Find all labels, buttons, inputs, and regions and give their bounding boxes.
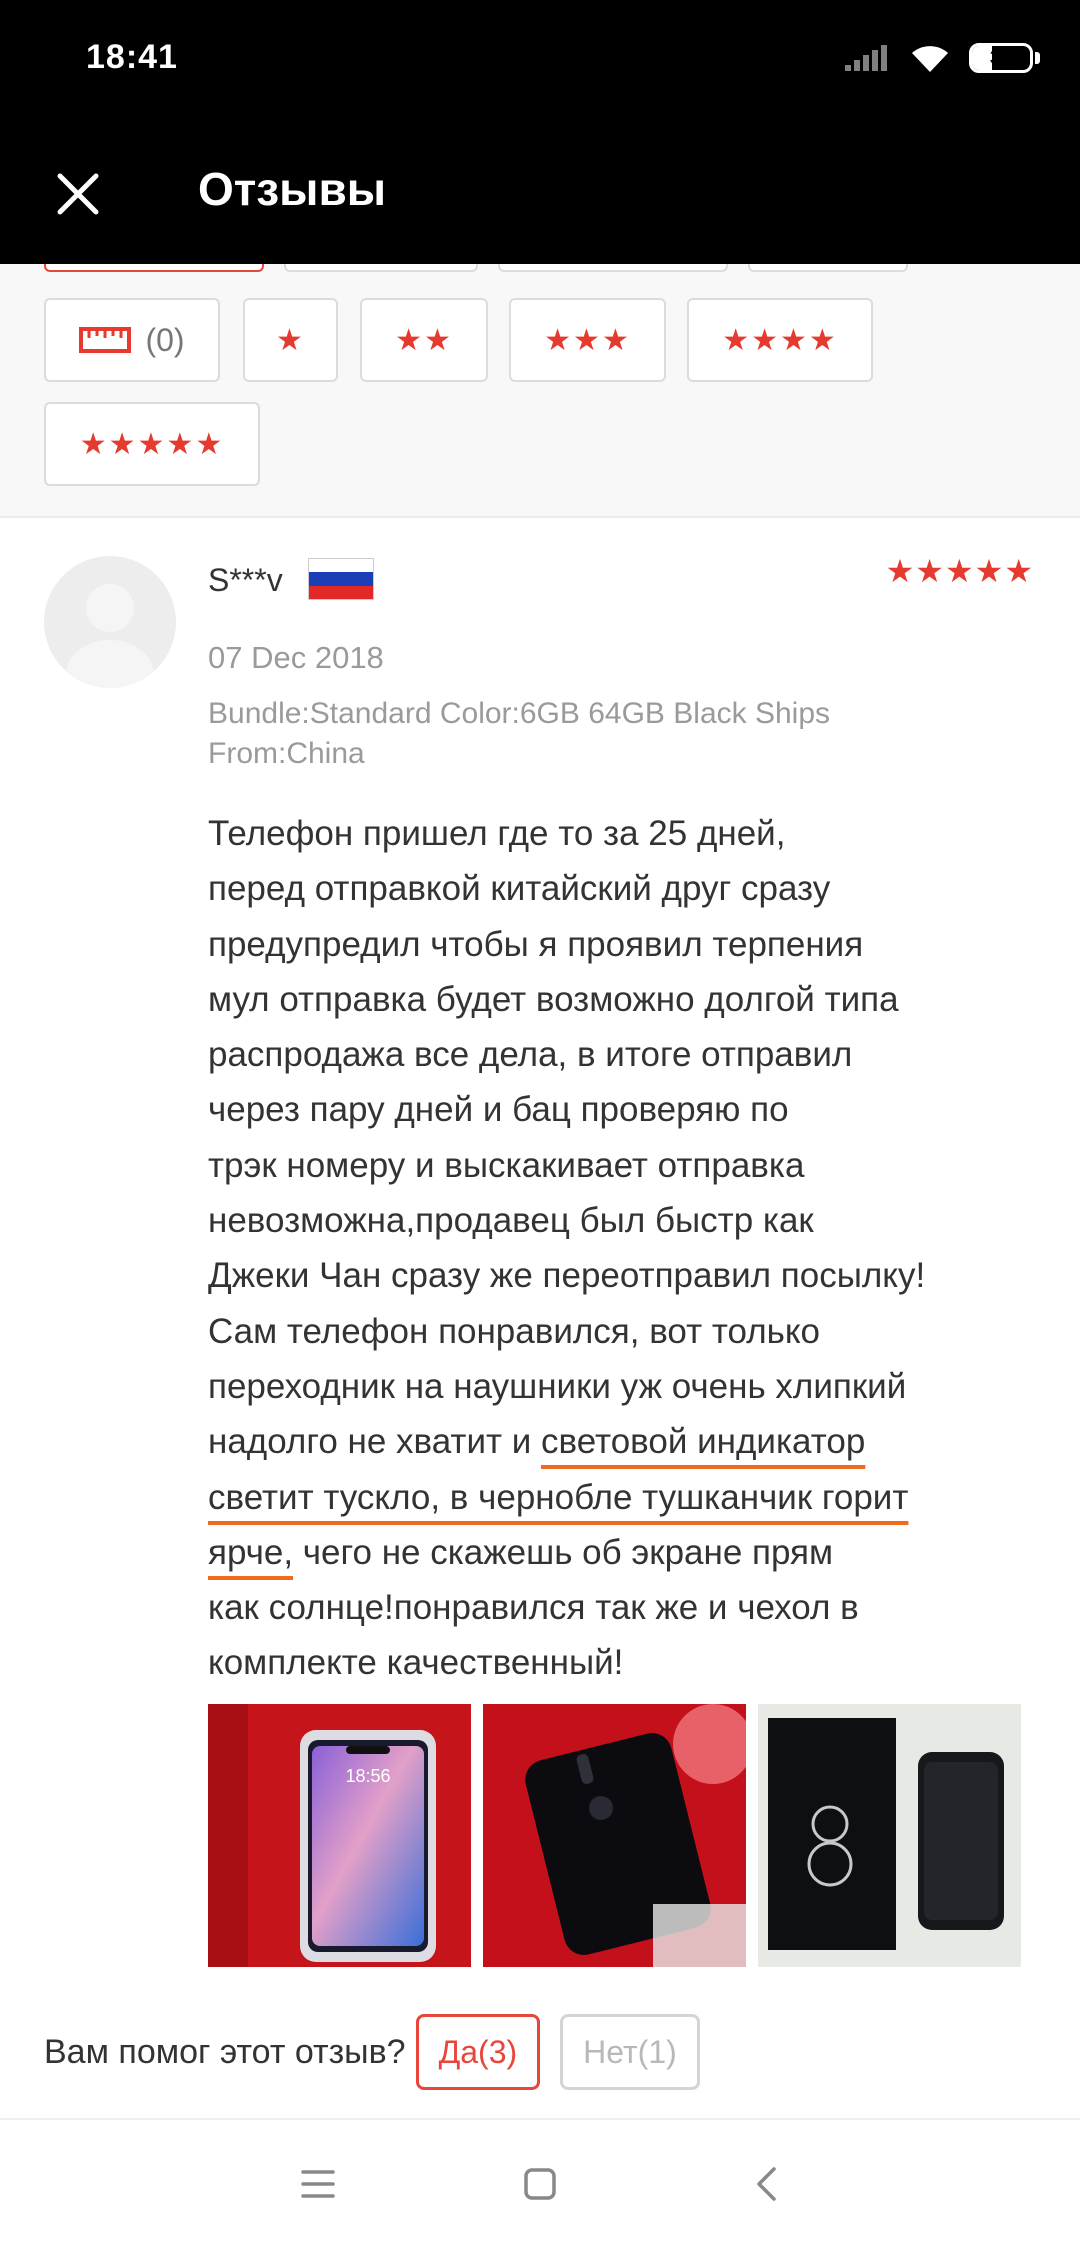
review-line: перед отправкой китайский друг сразу: [208, 869, 831, 909]
star-rating: ★: [276, 323, 305, 357]
review-line: через пару дней и бац проверяю по: [208, 1090, 789, 1130]
review-line: переходник на наушники уж очень хлипкий: [208, 1366, 907, 1406]
wifi-icon: [912, 46, 948, 72]
menu-button[interactable]: [288, 2154, 348, 2214]
filter-chip-4-stars[interactable]: ★★★★: [687, 298, 873, 382]
star-rating: ★★: [395, 323, 453, 357]
review-photos: 18:56: [208, 1704, 1021, 1967]
ruler-icon: [79, 327, 132, 353]
star-rating: ★★★: [544, 323, 631, 357]
review-line: ярче, чего не скажешь об экране прям: [208, 1525, 1058, 1580]
review-bundle-info: Bundle:Standard Color:6GB 64GB Black Shi…: [208, 694, 1028, 774]
helpful-question: Вам помог этот отзыв?: [44, 2032, 406, 2071]
review-line: невозможна,продавец был быстр как: [208, 1201, 814, 1241]
filter-chip-2-stars[interactable]: ★★: [360, 298, 488, 382]
page-title: Отзывы: [198, 163, 387, 215]
system-nav-bar: [0, 2120, 1080, 2248]
back-icon: [757, 2167, 776, 2201]
status-bar: 18:41 35: [0, 0, 1080, 116]
status-icons: 35: [845, 38, 1040, 78]
helpful-section: Вам помог этот отзыв? Да(3) Нет(1): [44, 2014, 1044, 2090]
filter-chip-3-stars[interactable]: ★★★: [509, 298, 666, 382]
review-line: Сам телефон понравился, вот только: [208, 1311, 821, 1351]
review-line: Джеки Чан сразу же переотправил посылку!: [208, 1256, 926, 1296]
bundle-line: From:China: [208, 737, 365, 770]
battery-percent: 35: [989, 46, 1013, 69]
filter-chip-partial[interactable]: [498, 264, 728, 272]
review-line: комплекте качественный!: [208, 1643, 624, 1683]
review-line: как солнце!понравился так же и чехол в: [208, 1588, 859, 1628]
filter-chip-partial[interactable]: [284, 264, 478, 272]
review-line: Телефон пришел где то за 25 дней,: [208, 814, 786, 853]
highlighted-text: световой индикатор: [541, 1422, 866, 1462]
signal-icon: [845, 45, 887, 71]
review-line: мул отправка будет возможно долгой типа: [208, 979, 899, 1019]
filter-chip-1-star[interactable]: ★: [243, 298, 338, 382]
filter-chip-5-stars[interactable]: ★★★★★: [44, 402, 260, 486]
review-line: надолго не хватит и световой индикатор: [208, 1414, 1058, 1469]
helpful-no-button[interactable]: Нет(1): [560, 2014, 700, 2090]
review-text-segment: надолго не хватит и: [208, 1422, 542, 1462]
review-text: Телефон пришел где то за 25 дней, перед …: [208, 806, 1058, 1691]
filter-area: (0) ★ ★★ ★★★ ★★★★ ★★★★★: [0, 264, 1080, 518]
filter-chip-photo[interactable]: (0): [44, 298, 220, 382]
back-button[interactable]: [736, 2154, 796, 2214]
highlighted-text: ярче,: [208, 1532, 294, 1572]
review-line: светит тускло, в чернобле тушканчик гори…: [208, 1470, 1058, 1525]
review-line: предупредил чтобы я проявил терпения: [208, 924, 864, 964]
bundle-line: Bundle:Standard Color:6GB 64GB Black Shi…: [208, 697, 831, 730]
filter-chip-all[interactable]: [44, 264, 264, 272]
close-icon: [57, 173, 99, 215]
phone-back-photo[interactable]: [483, 1704, 746, 1967]
home-icon: [524, 2168, 556, 2200]
russia-flag-icon: [308, 558, 374, 600]
menu-icon: [301, 2170, 335, 2198]
phone-screen-time: 18:56: [345, 1766, 390, 1786]
phone-box-photo[interactable]: [758, 1704, 1021, 1967]
review-rating: ★★★★★: [885, 553, 1034, 589]
review-text-segment: чего не скажешь об экране прям: [293, 1532, 834, 1572]
helpful-yes-button[interactable]: Да(3): [415, 2014, 541, 2090]
star-rating: ★★★★★: [79, 427, 225, 461]
battery-icon: 35: [969, 43, 1040, 73]
star-rating: ★★★★: [722, 323, 838, 357]
phone-front-photo[interactable]: 18:56: [208, 1704, 471, 1967]
filter-chip-count: (0): [145, 321, 185, 358]
app-header: Отзывы: [0, 116, 1080, 264]
status-time: 18:41: [86, 38, 178, 76]
reviewer-name: S***v: [208, 562, 283, 598]
filter-chip-partial[interactable]: [748, 264, 908, 272]
close-button[interactable]: [42, 158, 114, 230]
avatar: [44, 556, 176, 688]
home-button[interactable]: [510, 2154, 570, 2214]
review-date: 07 Dec 2018: [208, 640, 384, 675]
highlighted-text: светит тускло, в чернобле тушканчик гори…: [208, 1477, 909, 1517]
review-line: распродажа все дела, в итоге отправил: [208, 1035, 853, 1075]
user-placeholder-icon: [66, 584, 154, 688]
review-line: трэк номеру и выскакивает отправка: [208, 1145, 805, 1185]
